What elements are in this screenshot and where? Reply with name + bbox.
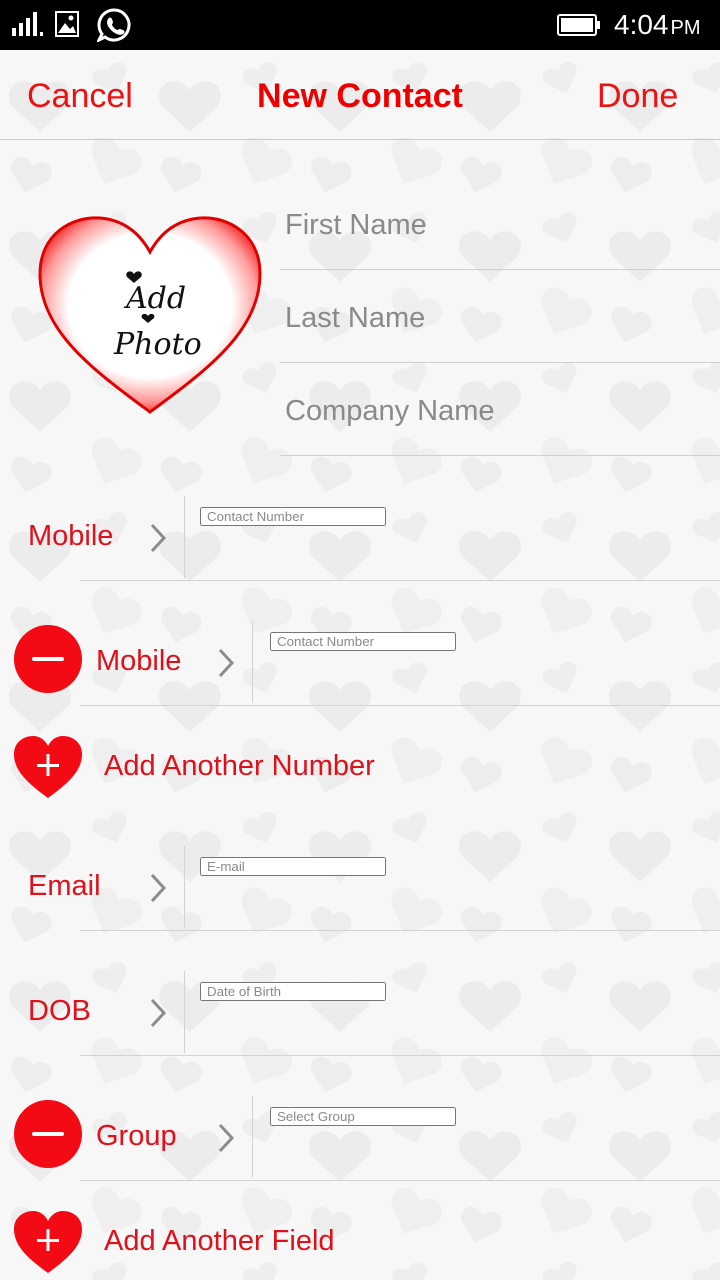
group-type-label[interactable]: Group [96, 1120, 177, 1153]
minus-icon [32, 1132, 64, 1136]
divider [252, 621, 253, 703]
email-field[interactable] [200, 857, 700, 917]
add-photo-button[interactable]: Add Photo [36, 212, 264, 417]
company-name-field[interactable] [280, 363, 720, 456]
divider [184, 971, 185, 1053]
date-of-birth-field[interactable] [200, 982, 700, 1042]
company-name-input[interactable] [280, 363, 720, 455]
last-name-field[interactable] [280, 270, 720, 363]
mobile-number-input-2[interactable] [270, 632, 456, 651]
chevron-right-icon[interactable] [216, 647, 236, 679]
cancel-button[interactable]: Cancel [27, 77, 133, 116]
mobile-type-label[interactable]: Mobile [28, 520, 113, 553]
email-type-label[interactable]: Email [28, 870, 101, 903]
add-photo-text-line1: Add [123, 281, 186, 316]
navigation-header: New Contact Cancel Done [0, 50, 720, 140]
whatsapp-icon [97, 8, 131, 42]
divider [80, 1180, 720, 1181]
select-group-field[interactable] [270, 1107, 710, 1167]
signal-icon [12, 12, 43, 36]
time-ampm: PM [670, 17, 701, 39]
mobile-number-field-2[interactable] [270, 632, 710, 692]
add-field-heart-icon[interactable] [12, 1209, 84, 1275]
remove-group-button[interactable] [14, 1100, 82, 1168]
last-name-input[interactable] [280, 270, 720, 362]
divider [80, 1055, 720, 1056]
divider [252, 1096, 253, 1178]
divider [184, 846, 185, 928]
remove-number-button[interactable] [14, 625, 82, 693]
first-name-field[interactable] [280, 177, 720, 270]
divider [184, 496, 185, 578]
add-another-field-link[interactable]: Add Another Field [104, 1225, 335, 1258]
status-bar: 4:04 PM [0, 0, 720, 50]
divider [80, 705, 720, 706]
email-input[interactable] [200, 857, 386, 876]
mobile-type-label-2[interactable]: Mobile [96, 645, 181, 678]
done-button[interactable]: Done [597, 77, 678, 116]
gallery-icon [55, 11, 79, 37]
chevron-right-icon[interactable] [216, 1122, 236, 1154]
date-of-birth-input[interactable] [200, 982, 386, 1001]
chevron-right-icon[interactable] [148, 997, 168, 1029]
add-photo-text-line2: Photo [113, 327, 202, 362]
mobile-number-field[interactable] [200, 507, 700, 567]
first-name-input[interactable] [280, 177, 720, 269]
dob-type-label[interactable]: DOB [28, 995, 91, 1028]
minus-icon [32, 657, 64, 661]
mobile-number-input[interactable] [200, 507, 386, 526]
divider [80, 580, 720, 581]
chevron-right-icon[interactable] [148, 522, 168, 554]
battery-icon [557, 14, 600, 36]
add-another-number-link[interactable]: Add Another Number [104, 750, 375, 783]
add-number-heart-icon[interactable] [12, 734, 84, 800]
select-group-input[interactable] [270, 1107, 456, 1126]
time-value: 4:04 [614, 9, 669, 40]
chevron-right-icon[interactable] [148, 872, 168, 904]
status-time: 4:04 PM [614, 9, 701, 41]
divider [80, 930, 720, 931]
